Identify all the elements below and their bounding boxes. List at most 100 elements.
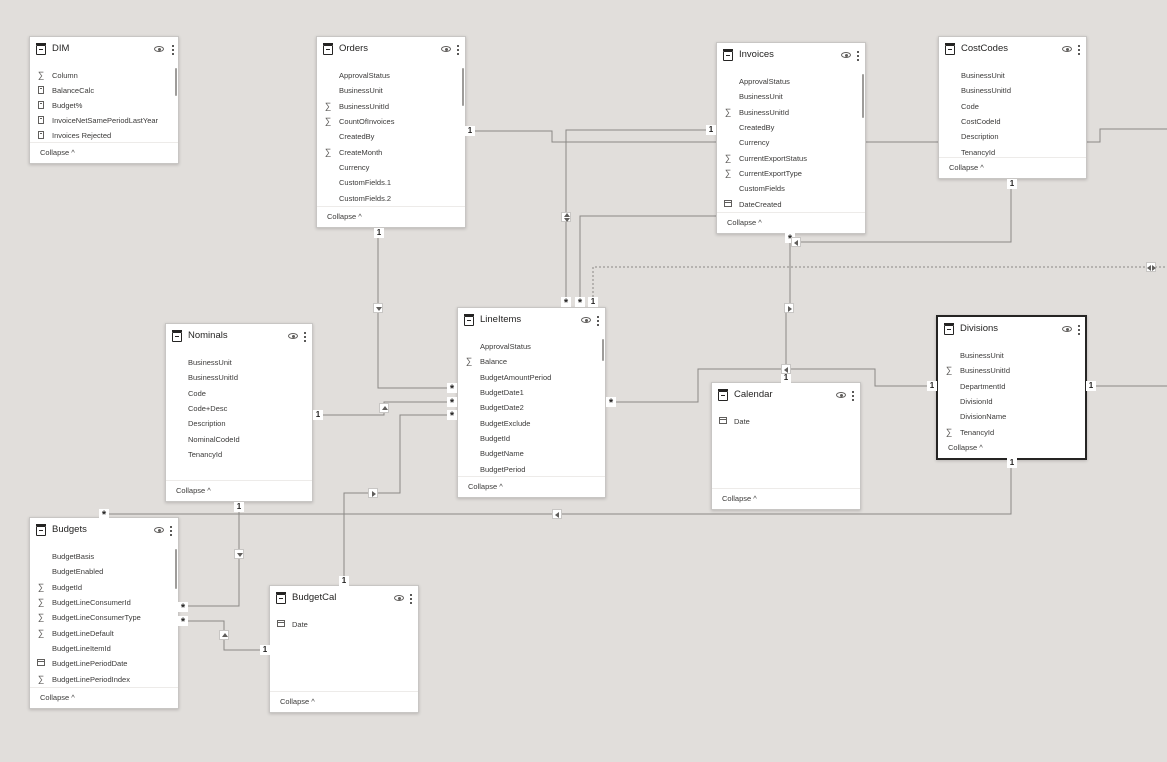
collapse-button[interactable]: Collapse ^ — [948, 443, 983, 452]
field-row[interactable]: BusinessUnit — [939, 68, 1086, 83]
field-row[interactable]: BudgetId — [458, 431, 605, 446]
more-options-icon[interactable] — [170, 525, 173, 537]
field-row[interactable]: ∑ BudgetId — [30, 580, 178, 595]
field-row[interactable]: CustomFields.2 — [317, 191, 465, 206]
more-options-icon[interactable] — [1078, 324, 1081, 336]
collapse-button[interactable]: Collapse ^ — [327, 212, 362, 221]
collapse-button[interactable]: Collapse ^ — [40, 148, 75, 157]
field-row[interactable]: BudgetDate1 — [458, 385, 605, 400]
more-options-icon[interactable] — [172, 44, 175, 56]
crossfilter-down-arrow-icon[interactable] — [373, 303, 383, 313]
field-row[interactable]: ∑ BudgetLineConsumerType — [30, 610, 178, 625]
table-card-invoices[interactable]: Invoices ApprovalStatus BusinessUnit ∑ Bu… — [716, 42, 866, 234]
table-header[interactable]: Divisions — [938, 317, 1085, 343]
visibility-eye-icon[interactable] — [394, 595, 404, 601]
visibility-eye-icon[interactable] — [154, 527, 164, 533]
field-row[interactable]: DateCreated — [717, 197, 865, 212]
crossfilter-both-icon[interactable] — [1146, 262, 1156, 272]
field-row[interactable]: CreatedBy — [717, 120, 865, 135]
more-options-icon[interactable] — [857, 50, 860, 62]
field-row[interactable]: BusinessUnitId — [939, 83, 1086, 98]
crossfilter-up-arrow-icon[interactable] — [219, 630, 229, 640]
crossfilter-right-arrow-icon[interactable] — [784, 303, 794, 313]
field-row[interactable]: ∑ CreateMonth — [317, 145, 465, 160]
collapse-button[interactable]: Collapse ^ — [949, 163, 984, 172]
visibility-eye-icon[interactable] — [841, 52, 851, 58]
crossfilter-up-arrow-icon[interactable] — [379, 403, 389, 413]
collapse-button[interactable]: Collapse ^ — [727, 218, 762, 227]
field-row[interactable]: CreatedBy — [317, 129, 465, 144]
field-row[interactable]: BusinessUnit — [717, 89, 865, 104]
field-row[interactable]: BudgetDate2 — [458, 400, 605, 415]
field-row[interactable]: ∑ Balance — [458, 354, 605, 369]
more-options-icon[interactable] — [457, 44, 460, 56]
field-row[interactable]: ∑ CurrentExportType — [717, 166, 865, 181]
field-row[interactable]: NominalCodeId — [166, 432, 312, 447]
field-row[interactable]: ApprovalStatus — [458, 339, 605, 354]
table-card-lineitems[interactable]: LineItems ApprovalStatus ∑ Balance Budget… — [457, 307, 606, 498]
field-row[interactable]: Currency — [717, 135, 865, 150]
field-row[interactable]: BusinessUnit — [317, 83, 465, 98]
field-row[interactable]: ∑ BudgetLineDefault — [30, 626, 178, 641]
table-header[interactable]: Invoices — [717, 43, 865, 69]
field-row[interactable]: ∑ BudgetLinePeriodIndex — [30, 672, 178, 687]
field-row[interactable]: BusinessUnitId — [166, 370, 312, 385]
table-card-calendar[interactable]: Calendar Date Collapse ^ — [711, 382, 861, 510]
scrollbar[interactable] — [175, 549, 177, 589]
table-card-budgetcal[interactable]: BudgetCal Date Collapse ^ — [269, 585, 419, 713]
field-row[interactable]: TenancyId — [166, 447, 312, 462]
field-row[interactable]: DivisionId — [938, 394, 1085, 409]
field-row[interactable]: CustomFields.1 — [317, 175, 465, 190]
crossfilter-left-arrow-icon[interactable] — [781, 364, 791, 374]
field-row[interactable]: ∑ BudgetLineConsumerId — [30, 595, 178, 610]
table-card-costcodes[interactable]: CostCodes BusinessUnit BusinessUnitId Co… — [938, 36, 1087, 179]
collapse-button[interactable]: Collapse ^ — [722, 494, 757, 503]
table-header[interactable]: LineItems — [458, 308, 605, 334]
more-options-icon[interactable] — [304, 331, 307, 343]
field-row[interactable]: ∑ BusinessUnitId — [717, 105, 865, 120]
table-header[interactable]: BudgetCal — [270, 586, 418, 612]
crossfilter-both-icon[interactable] — [561, 212, 571, 222]
field-row[interactable]: BudgetLinePeriodDate — [30, 656, 178, 671]
visibility-eye-icon[interactable] — [154, 46, 164, 52]
visibility-eye-icon[interactable] — [441, 46, 451, 52]
field-row[interactable]: Description — [166, 416, 312, 431]
crossfilter-left-arrow-icon[interactable] — [552, 509, 562, 519]
collapse-button[interactable]: Collapse ^ — [40, 693, 75, 702]
crossfilter-left-arrow-icon[interactable] — [791, 237, 801, 247]
field-row[interactable]: ∑ CountOfInvoices — [317, 114, 465, 129]
field-row[interactable]: BudgetPeriod — [458, 462, 605, 477]
field-row[interactable]: BalanceCalc — [30, 83, 178, 98]
field-row[interactable]: DivisionName — [938, 409, 1085, 424]
scrollbar[interactable] — [862, 74, 864, 118]
more-options-icon[interactable] — [852, 390, 855, 402]
table-card-divisions[interactable]: Divisions BusinessUnit ∑ BusinessUnitId D… — [936, 315, 1087, 460]
more-options-icon[interactable] — [410, 593, 413, 605]
field-row[interactable]: ApprovalStatus — [717, 74, 865, 89]
field-row[interactable]: Code — [939, 99, 1086, 114]
field-row[interactable]: Code+Desc — [166, 401, 312, 416]
field-row[interactable]: Date — [270, 617, 418, 632]
table-header[interactable]: Calendar — [712, 383, 860, 409]
scrollbar[interactable] — [175, 68, 177, 96]
field-row[interactable]: ∑ BusinessUnitId — [938, 363, 1085, 378]
crossfilter-right-arrow-icon[interactable] — [368, 488, 378, 498]
field-row[interactable]: BudgetBasis — [30, 549, 178, 564]
field-row[interactable]: Invoices Rejected — [30, 128, 178, 143]
scrollbar[interactable] — [462, 68, 464, 106]
table-header[interactable]: Nominals — [166, 324, 312, 350]
field-row[interactable]: Date — [712, 414, 860, 429]
more-options-icon[interactable] — [1078, 44, 1081, 56]
field-row[interactable]: CostCodeId — [939, 114, 1086, 129]
field-row[interactable]: Budget% — [30, 98, 178, 113]
collapse-button[interactable]: Collapse ^ — [468, 482, 503, 491]
visibility-eye-icon[interactable] — [581, 317, 591, 323]
field-row[interactable]: Description — [939, 129, 1086, 144]
field-row[interactable]: ∑ BusinessUnitId — [317, 99, 465, 114]
field-row[interactable]: ∑ Column — [30, 68, 178, 83]
table-card-budgets[interactable]: Budgets BudgetBasis BudgetEnabled ∑ Budge… — [29, 517, 179, 709]
field-row[interactable]: Code — [166, 386, 312, 401]
table-header[interactable]: Orders — [317, 37, 465, 63]
field-row[interactable]: DepartmentId — [938, 379, 1085, 394]
table-card-nominals[interactable]: Nominals BusinessUnit BusinessUnitId Cod… — [165, 323, 313, 502]
